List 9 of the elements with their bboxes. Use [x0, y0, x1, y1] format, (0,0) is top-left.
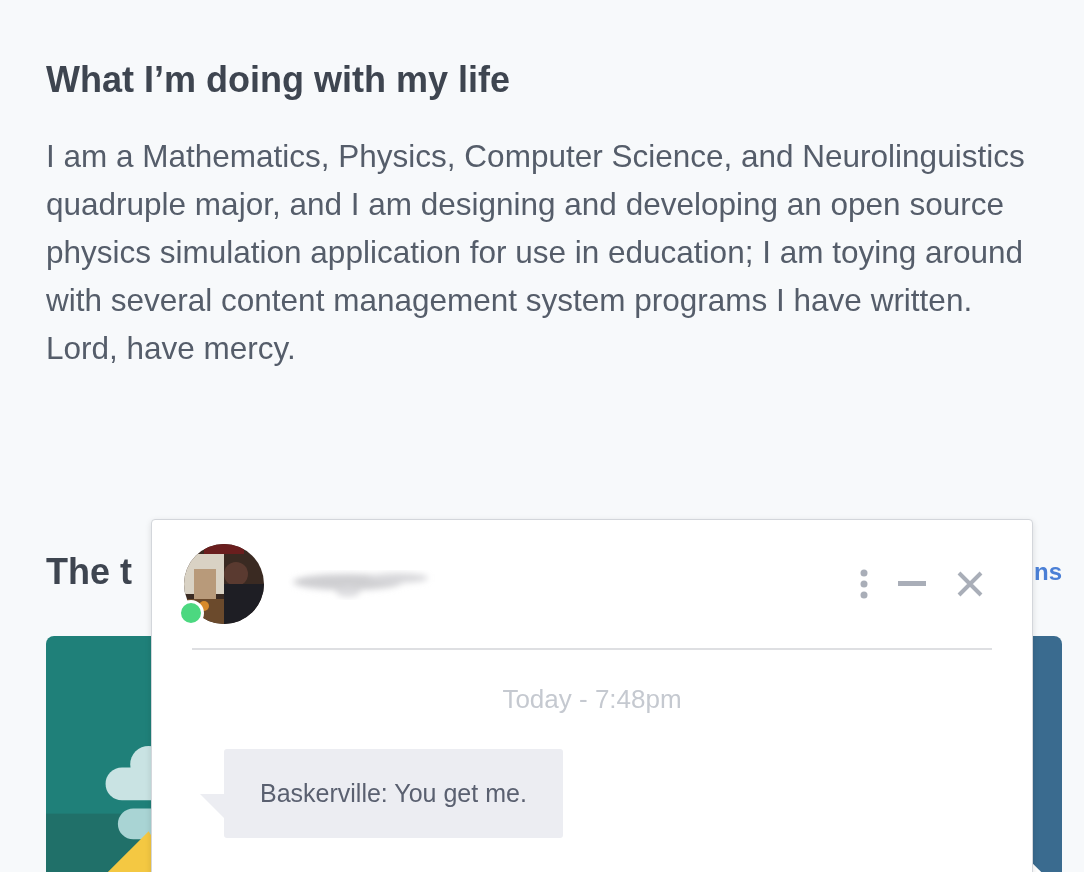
section-link[interactable]: ns: [1034, 558, 1062, 586]
bio-paragraph: I am a Mathematics, Physics, Computer Science, and Neurolinguistics quadruple major, and I am designing and developing an open source physics simulation application for use in education; I am toying around with several content management system programs I have written. Lord, have mercy.: [46, 137, 1026, 368]
message-bubble: Baskerville: You get me.: [224, 749, 563, 838]
more-options-icon[interactable]: [860, 569, 868, 599]
close-icon[interactable]: [956, 570, 984, 598]
minimize-icon[interactable]: [898, 581, 926, 587]
section-heading: What I’m doing with my life: [46, 58, 511, 102]
section-heading: The t: [46, 550, 132, 594]
message-timestamp: Today - 7:48pm: [501, 684, 683, 715]
